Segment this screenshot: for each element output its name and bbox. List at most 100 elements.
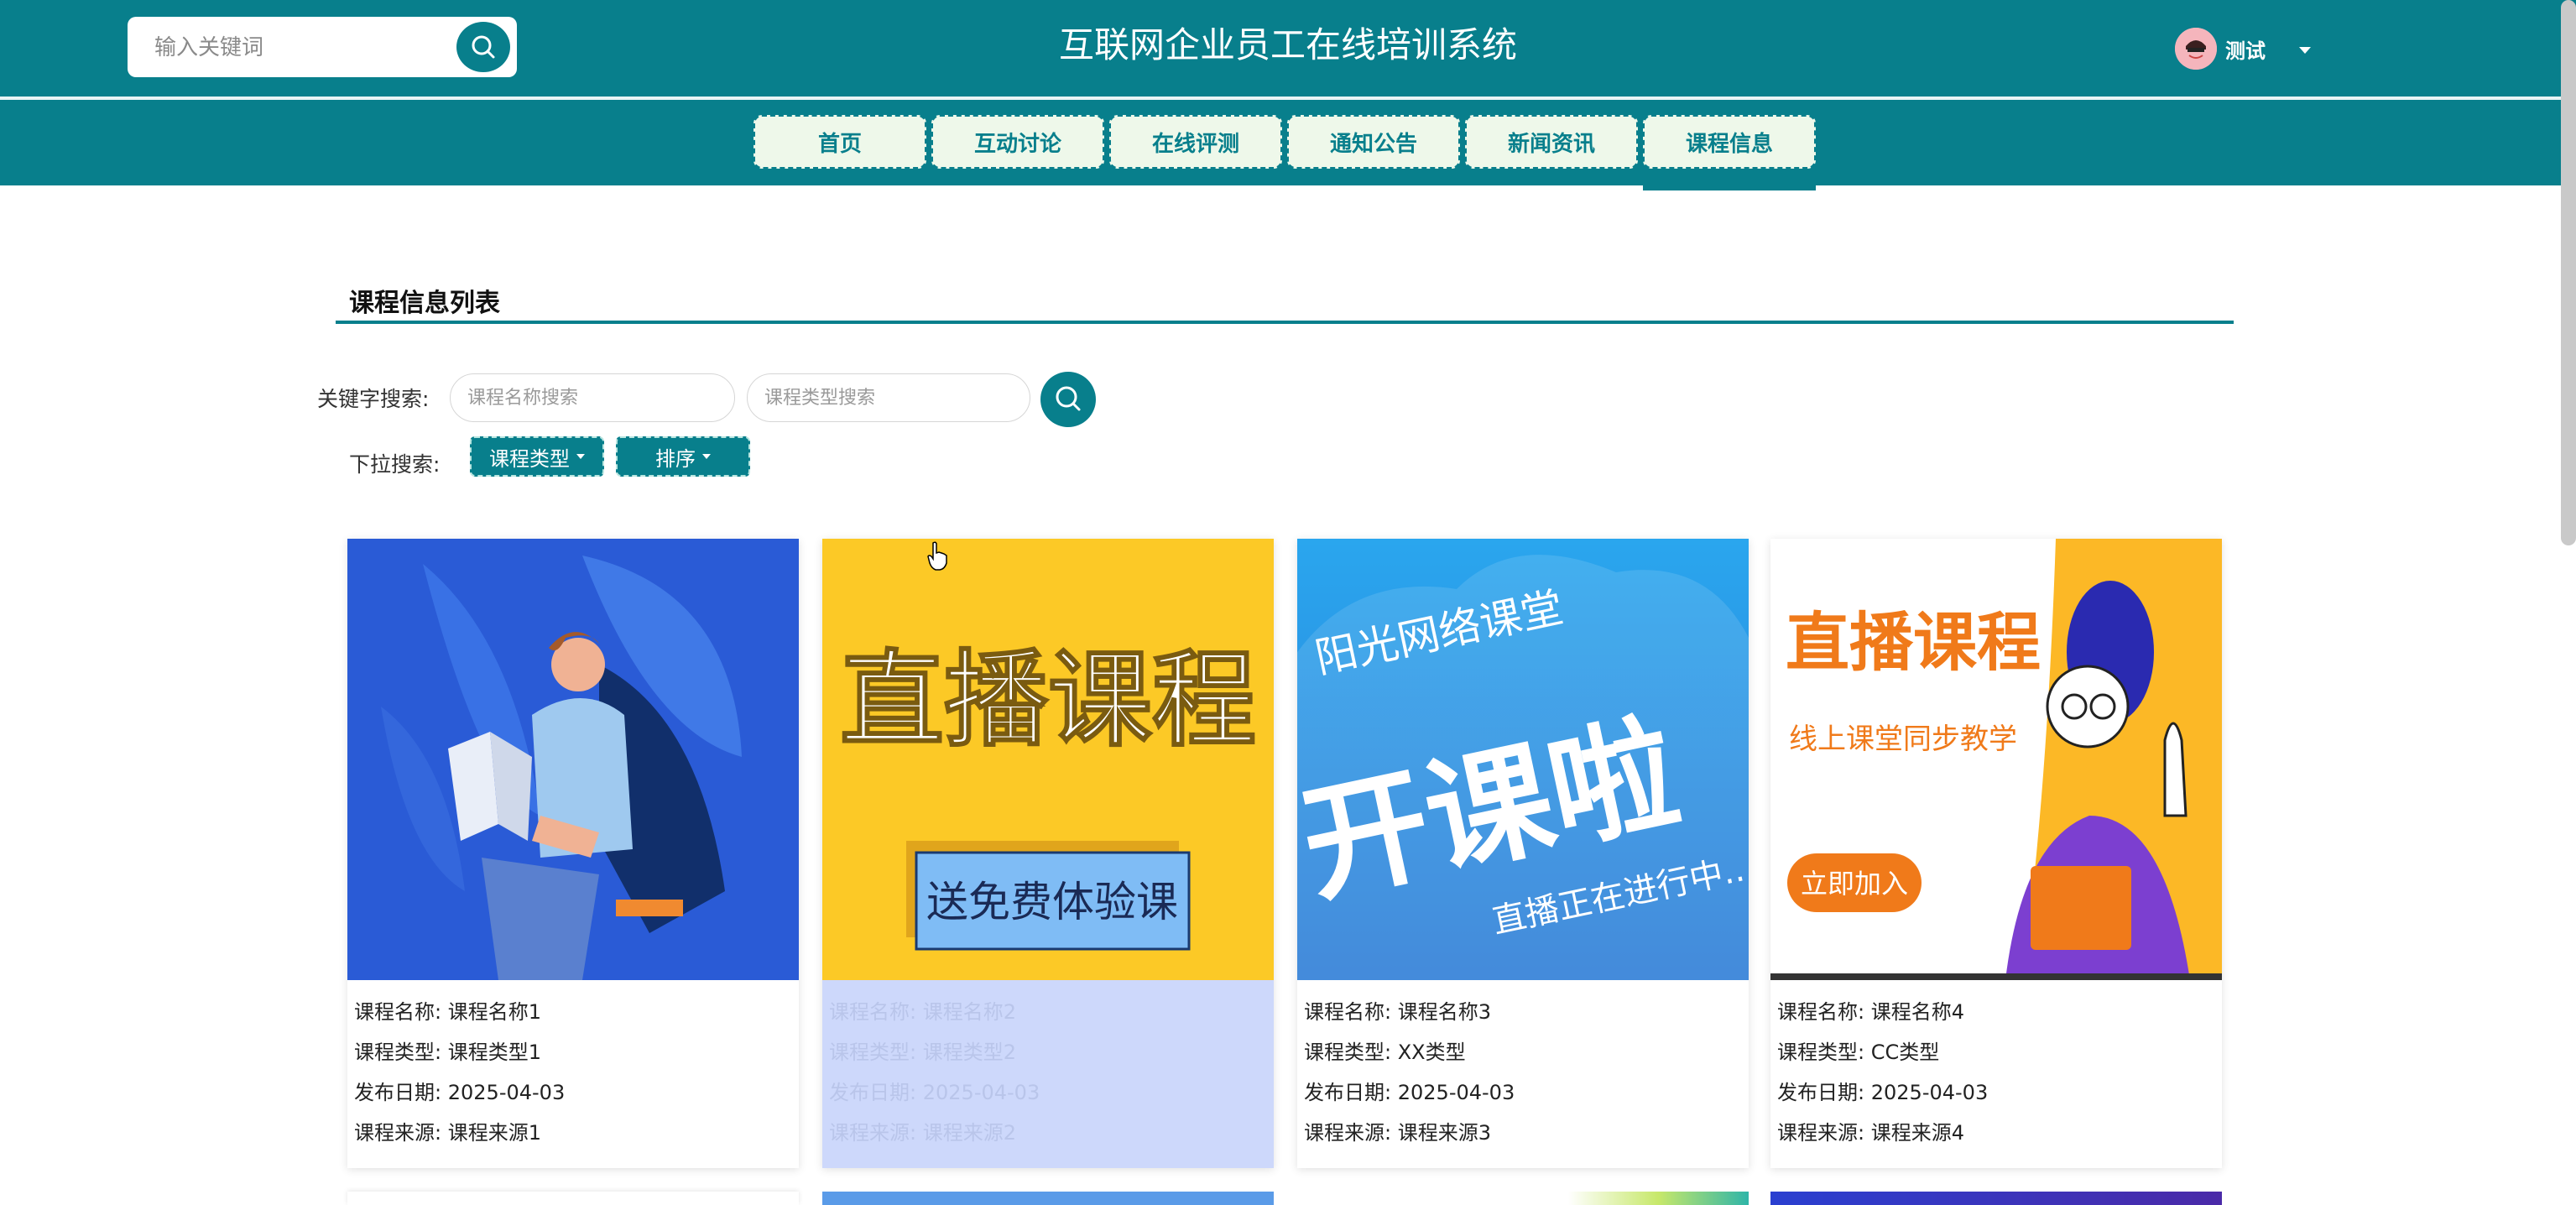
course-card[interactable]: 课程名称: 课程名称1 课程类型: 课程类型1 发布日期: 2025-04-03…	[347, 539, 799, 1168]
nav-item-courses[interactable]: 课程信息	[1643, 115, 1816, 169]
course-image: 直播课程 送免费体验课	[822, 539, 1274, 980]
course-source-label: 课程来源:	[1304, 1121, 1392, 1145]
nav-item-news[interactable]: 新闻资讯	[1465, 115, 1638, 169]
course-type-row: 课程类型: 课程类型1	[354, 1035, 541, 1065]
nav-item-discussion[interactable]: 互动讨论	[931, 115, 1104, 169]
course-card-partial[interactable]	[822, 1192, 1274, 1205]
site-title: 互联网企业员工在线培训系统	[1058, 24, 1517, 65]
course-type-dropdown-label: 课程类型	[489, 446, 570, 471]
course-type-search-input[interactable]	[747, 373, 1030, 422]
course-info: 课程名称: 课程名称3 课程类型: XX类型 发布日期: 2025-04-03 …	[1297, 980, 1749, 1168]
course-source: 课程来源1	[447, 1121, 542, 1145]
course-type-label: 课程类型:	[354, 1041, 442, 1064]
nav-item-home[interactable]: 首页	[754, 115, 926, 169]
dropdown-search-label: 下拉搜索:	[349, 452, 441, 477]
course-type: CC类型	[1870, 1041, 1940, 1064]
header-search	[128, 17, 517, 77]
course-type: XX类型	[1397, 1041, 1466, 1064]
course-source: 课程来源3	[1397, 1121, 1492, 1145]
search-icon	[1056, 386, 1081, 411]
course-image	[347, 539, 799, 980]
publish-date: 2025-04-03	[447, 1081, 566, 1104]
course-name: 课程名称2	[922, 1000, 1017, 1024]
image-headline: 直播课程	[1786, 605, 2041, 680]
course-type-dropdown[interactable]: 课程类型	[470, 436, 604, 477]
course-source-row: 课程来源: 课程来源1	[354, 1116, 541, 1145]
course-image: 直播课程 线上课堂同步教学 立即加入	[1770, 539, 2222, 980]
course-type: 课程类型2	[922, 1041, 1017, 1064]
user-name: 测试	[2225, 39, 2266, 63]
course-name: 课程名称4	[1870, 1000, 1965, 1024]
course-type-row: 课程类型: XX类型	[1304, 1035, 1466, 1065]
course-source: 课程来源4	[1870, 1121, 1965, 1145]
course-source-row: 课程来源: 课程来源2	[829, 1116, 1016, 1145]
publish-date-label: 发布日期:	[1304, 1081, 1392, 1104]
publish-date: 2025-04-03	[1870, 1081, 1989, 1104]
course-name-row: 课程名称: 课程名称4	[1777, 995, 1964, 1025]
hand-cursor-icon	[927, 541, 947, 571]
course-name: 课程名称3	[1397, 1000, 1492, 1024]
course-card-partial[interactable]	[1770, 1192, 2222, 1205]
sort-dropdown[interactable]: 排序	[616, 436, 750, 477]
page-title: 课程信息列表	[349, 289, 500, 318]
course-name-row: 课程名称: 课程名称3	[1304, 995, 1491, 1025]
publish-date-row: 发布日期: 2025-04-03	[829, 1076, 1040, 1105]
caret-down-icon	[702, 454, 711, 459]
image-badge: 送免费体验课	[926, 878, 1178, 926]
scrollbar[interactable]	[2561, 0, 2576, 545]
chevron-down-icon	[2299, 47, 2311, 54]
course-source-label: 课程来源:	[829, 1121, 917, 1145]
course-info: 课程名称: 课程名称1 课程类型: 课程类型1 发布日期: 2025-04-03…	[347, 980, 799, 1168]
course-info: 课程名称: 课程名称4 课程类型: CC类型 发布日期: 2025-04-03 …	[1770, 980, 2222, 1168]
course-card-partial[interactable]	[1297, 1192, 1749, 1205]
course-image: 阳光网络课堂 开课啦 直播正在进行中...	[1297, 539, 1749, 980]
avatar-face-icon	[2175, 28, 2217, 70]
course-name: 课程名称1	[447, 1000, 542, 1024]
image-button-text: 立即加入	[1801, 868, 1908, 900]
course-name-label: 课程名称:	[354, 1000, 442, 1024]
course-info: 课程名称: 课程名称2 课程类型: 课程类型2 发布日期: 2025-04-03…	[822, 980, 1274, 1168]
keyword-search-label: 关键字搜索:	[317, 387, 430, 411]
header-search-button[interactable]	[456, 22, 510, 72]
publish-date-row: 发布日期: 2025-04-03	[1304, 1076, 1515, 1105]
publish-date: 2025-04-03	[1397, 1081, 1515, 1104]
publish-date-row: 发布日期: 2025-04-03	[1777, 1076, 1988, 1105]
course-name-label: 课程名称:	[1304, 1000, 1392, 1024]
course-name-row: 课程名称: 课程名称1	[354, 995, 541, 1025]
course-name-row: 课程名称: 课程名称2	[829, 995, 1016, 1025]
course-card[interactable]: 阳光网络课堂 开课啦 直播正在进行中... 课程名称: 课程名称3 课程类型: …	[1297, 539, 1749, 1168]
header-search-input[interactable]	[153, 29, 458, 67]
title-divider	[336, 321, 2234, 324]
publish-date-row: 发布日期: 2025-04-03	[354, 1076, 565, 1105]
course-source-row: 课程来源: 课程来源4	[1777, 1116, 1964, 1145]
nav-item-announcements[interactable]: 通知公告	[1287, 115, 1460, 169]
course-source-label: 课程来源:	[354, 1121, 442, 1145]
course-name-label: 课程名称:	[1777, 1000, 1865, 1024]
publish-date: 2025-04-03	[922, 1081, 1040, 1104]
course-name-search-input[interactable]	[450, 373, 735, 422]
image-sub-text: 线上课堂同步教学	[1789, 722, 2017, 756]
course-type-row: 课程类型: CC类型	[1777, 1035, 1939, 1065]
publish-date-label: 发布日期:	[354, 1081, 442, 1104]
nav-item-assessment[interactable]: 在线评测	[1109, 115, 1282, 169]
course-type-label: 课程类型:	[1304, 1041, 1392, 1064]
course-name-label: 课程名称:	[829, 1000, 917, 1024]
course-type-label: 课程类型:	[1777, 1041, 1865, 1064]
search-button[interactable]	[1040, 372, 1096, 427]
course-source-label: 课程来源:	[1777, 1121, 1865, 1145]
course-source: 课程来源2	[922, 1121, 1017, 1145]
course-type-label: 课程类型:	[829, 1041, 917, 1064]
course-card[interactable]: 直播课程 线上课堂同步教学 立即加入 课程名称: 课程名称4 课程类型: CC类…	[1770, 539, 2222, 1168]
course-type: 课程类型1	[447, 1041, 542, 1064]
course-type-row: 课程类型: 课程类型2	[829, 1035, 1016, 1065]
search-icon	[472, 35, 495, 59]
course-source-row: 课程来源: 课程来源3	[1304, 1116, 1491, 1145]
publish-date-label: 发布日期:	[1777, 1081, 1865, 1104]
publish-date-label: 发布日期:	[829, 1081, 917, 1104]
course-card-partial[interactable]	[347, 1192, 799, 1205]
avatar	[2175, 28, 2217, 70]
course-card[interactable]: 直播课程 送免费体验课 课程名称: 课程名称2 课程类型: 课程类型2 发布日期…	[822, 539, 1274, 1168]
image-headline: 直播课程	[840, 640, 1256, 761]
caret-down-icon	[576, 454, 585, 459]
user-menu[interactable]: 测试	[2175, 25, 2311, 72]
